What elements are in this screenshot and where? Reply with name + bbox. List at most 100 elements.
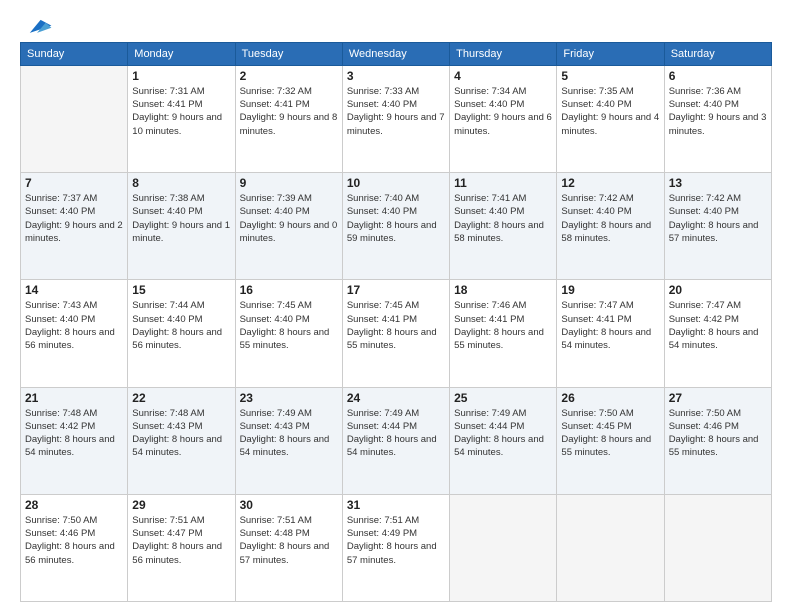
- calendar-cell: 5 Sunrise: 7:35 AMSunset: 4:40 PMDayligh…: [557, 65, 664, 172]
- cell-info: Sunrise: 7:39 AMSunset: 4:40 PMDaylight:…: [240, 192, 338, 245]
- cell-info: Sunrise: 7:46 AMSunset: 4:41 PMDaylight:…: [454, 299, 552, 352]
- col-header-thursday: Thursday: [450, 42, 557, 65]
- calendar-cell: 31 Sunrise: 7:51 AMSunset: 4:49 PMDaylig…: [342, 494, 449, 601]
- cell-date: 11: [454, 176, 552, 190]
- cell-info: Sunrise: 7:49 AMSunset: 4:43 PMDaylight:…: [240, 407, 338, 460]
- calendar-cell: 11 Sunrise: 7:41 AMSunset: 4:40 PMDaylig…: [450, 173, 557, 280]
- calendar-cell: 4 Sunrise: 7:34 AMSunset: 4:40 PMDayligh…: [450, 65, 557, 172]
- calendar-cell: [557, 494, 664, 601]
- calendar-cell: [450, 494, 557, 601]
- cell-info: Sunrise: 7:31 AMSunset: 4:41 PMDaylight:…: [132, 85, 230, 138]
- cell-info: Sunrise: 7:47 AMSunset: 4:41 PMDaylight:…: [561, 299, 659, 352]
- cell-info: Sunrise: 7:48 AMSunset: 4:43 PMDaylight:…: [132, 407, 230, 460]
- cell-info: Sunrise: 7:38 AMSunset: 4:40 PMDaylight:…: [132, 192, 230, 245]
- logo: [20, 16, 52, 36]
- cell-date: 20: [669, 283, 767, 297]
- cell-info: Sunrise: 7:43 AMSunset: 4:40 PMDaylight:…: [25, 299, 123, 352]
- calendar-cell: 19 Sunrise: 7:47 AMSunset: 4:41 PMDaylig…: [557, 280, 664, 387]
- calendar-cell: 27 Sunrise: 7:50 AMSunset: 4:46 PMDaylig…: [664, 387, 771, 494]
- cell-info: Sunrise: 7:51 AMSunset: 4:47 PMDaylight:…: [132, 514, 230, 567]
- calendar-cell: 14 Sunrise: 7:43 AMSunset: 4:40 PMDaylig…: [21, 280, 128, 387]
- cell-date: 15: [132, 283, 230, 297]
- cell-info: Sunrise: 7:50 AMSunset: 4:46 PMDaylight:…: [669, 407, 767, 460]
- cell-date: 1: [132, 69, 230, 83]
- cell-info: Sunrise: 7:45 AMSunset: 4:41 PMDaylight:…: [347, 299, 445, 352]
- cell-date: 9: [240, 176, 338, 190]
- cell-date: 13: [669, 176, 767, 190]
- cell-info: Sunrise: 7:50 AMSunset: 4:46 PMDaylight:…: [25, 514, 123, 567]
- cell-info: Sunrise: 7:51 AMSunset: 4:49 PMDaylight:…: [347, 514, 445, 567]
- cell-date: 16: [240, 283, 338, 297]
- cell-date: 8: [132, 176, 230, 190]
- calendar-cell: 10 Sunrise: 7:40 AMSunset: 4:40 PMDaylig…: [342, 173, 449, 280]
- calendar-cell: 16 Sunrise: 7:45 AMSunset: 4:40 PMDaylig…: [235, 280, 342, 387]
- cell-date: 21: [25, 391, 123, 405]
- calendar-cell: 2 Sunrise: 7:32 AMSunset: 4:41 PMDayligh…: [235, 65, 342, 172]
- cell-date: 31: [347, 498, 445, 512]
- cell-date: 28: [25, 498, 123, 512]
- cell-info: Sunrise: 7:35 AMSunset: 4:40 PMDaylight:…: [561, 85, 659, 138]
- calendar-cell: 29 Sunrise: 7:51 AMSunset: 4:47 PMDaylig…: [128, 494, 235, 601]
- cell-date: 23: [240, 391, 338, 405]
- page: SundayMondayTuesdayWednesdayThursdayFrid…: [0, 0, 792, 612]
- calendar-cell: [21, 65, 128, 172]
- cell-date: 25: [454, 391, 552, 405]
- col-header-monday: Monday: [128, 42, 235, 65]
- calendar-cell: 22 Sunrise: 7:48 AMSunset: 4:43 PMDaylig…: [128, 387, 235, 494]
- cell-info: Sunrise: 7:51 AMSunset: 4:48 PMDaylight:…: [240, 514, 338, 567]
- cell-info: Sunrise: 7:42 AMSunset: 4:40 PMDaylight:…: [561, 192, 659, 245]
- cell-info: Sunrise: 7:34 AMSunset: 4:40 PMDaylight:…: [454, 85, 552, 138]
- calendar-cell: 23 Sunrise: 7:49 AMSunset: 4:43 PMDaylig…: [235, 387, 342, 494]
- cell-date: 10: [347, 176, 445, 190]
- cell-date: 29: [132, 498, 230, 512]
- col-header-wednesday: Wednesday: [342, 42, 449, 65]
- cell-date: 30: [240, 498, 338, 512]
- cell-date: 22: [132, 391, 230, 405]
- calendar-cell: 20 Sunrise: 7:47 AMSunset: 4:42 PMDaylig…: [664, 280, 771, 387]
- calendar-cell: 21 Sunrise: 7:48 AMSunset: 4:42 PMDaylig…: [21, 387, 128, 494]
- header: [20, 16, 772, 36]
- col-header-friday: Friday: [557, 42, 664, 65]
- cell-date: 12: [561, 176, 659, 190]
- calendar-cell: 12 Sunrise: 7:42 AMSunset: 4:40 PMDaylig…: [557, 173, 664, 280]
- col-header-saturday: Saturday: [664, 42, 771, 65]
- calendar-cell: 17 Sunrise: 7:45 AMSunset: 4:41 PMDaylig…: [342, 280, 449, 387]
- cell-info: Sunrise: 7:44 AMSunset: 4:40 PMDaylight:…: [132, 299, 230, 352]
- calendar-cell: 7 Sunrise: 7:37 AMSunset: 4:40 PMDayligh…: [21, 173, 128, 280]
- cell-date: 17: [347, 283, 445, 297]
- cell-date: 5: [561, 69, 659, 83]
- cell-date: 6: [669, 69, 767, 83]
- cell-info: Sunrise: 7:33 AMSunset: 4:40 PMDaylight:…: [347, 85, 445, 138]
- calendar-table: SundayMondayTuesdayWednesdayThursdayFrid…: [20, 42, 772, 602]
- cell-date: 18: [454, 283, 552, 297]
- col-header-sunday: Sunday: [21, 42, 128, 65]
- calendar-cell: [664, 494, 771, 601]
- cell-date: 19: [561, 283, 659, 297]
- calendar-cell: 26 Sunrise: 7:50 AMSunset: 4:45 PMDaylig…: [557, 387, 664, 494]
- cell-date: 14: [25, 283, 123, 297]
- cell-info: Sunrise: 7:40 AMSunset: 4:40 PMDaylight:…: [347, 192, 445, 245]
- calendar-cell: 9 Sunrise: 7:39 AMSunset: 4:40 PMDayligh…: [235, 173, 342, 280]
- cell-date: 27: [669, 391, 767, 405]
- col-header-tuesday: Tuesday: [235, 42, 342, 65]
- calendar-cell: 28 Sunrise: 7:50 AMSunset: 4:46 PMDaylig…: [21, 494, 128, 601]
- cell-date: 4: [454, 69, 552, 83]
- cell-date: 26: [561, 391, 659, 405]
- cell-info: Sunrise: 7:36 AMSunset: 4:40 PMDaylight:…: [669, 85, 767, 138]
- cell-info: Sunrise: 7:37 AMSunset: 4:40 PMDaylight:…: [25, 192, 123, 245]
- calendar-cell: 18 Sunrise: 7:46 AMSunset: 4:41 PMDaylig…: [450, 280, 557, 387]
- cell-info: Sunrise: 7:50 AMSunset: 4:45 PMDaylight:…: [561, 407, 659, 460]
- logo-icon: [22, 17, 52, 35]
- cell-date: 7: [25, 176, 123, 190]
- calendar-cell: 30 Sunrise: 7:51 AMSunset: 4:48 PMDaylig…: [235, 494, 342, 601]
- calendar-cell: 8 Sunrise: 7:38 AMSunset: 4:40 PMDayligh…: [128, 173, 235, 280]
- cell-info: Sunrise: 7:49 AMSunset: 4:44 PMDaylight:…: [347, 407, 445, 460]
- calendar-cell: 1 Sunrise: 7:31 AMSunset: 4:41 PMDayligh…: [128, 65, 235, 172]
- cell-info: Sunrise: 7:32 AMSunset: 4:41 PMDaylight:…: [240, 85, 338, 138]
- calendar-cell: 3 Sunrise: 7:33 AMSunset: 4:40 PMDayligh…: [342, 65, 449, 172]
- calendar-cell: 25 Sunrise: 7:49 AMSunset: 4:44 PMDaylig…: [450, 387, 557, 494]
- calendar-cell: 24 Sunrise: 7:49 AMSunset: 4:44 PMDaylig…: [342, 387, 449, 494]
- cell-info: Sunrise: 7:41 AMSunset: 4:40 PMDaylight:…: [454, 192, 552, 245]
- cell-info: Sunrise: 7:49 AMSunset: 4:44 PMDaylight:…: [454, 407, 552, 460]
- cell-date: 24: [347, 391, 445, 405]
